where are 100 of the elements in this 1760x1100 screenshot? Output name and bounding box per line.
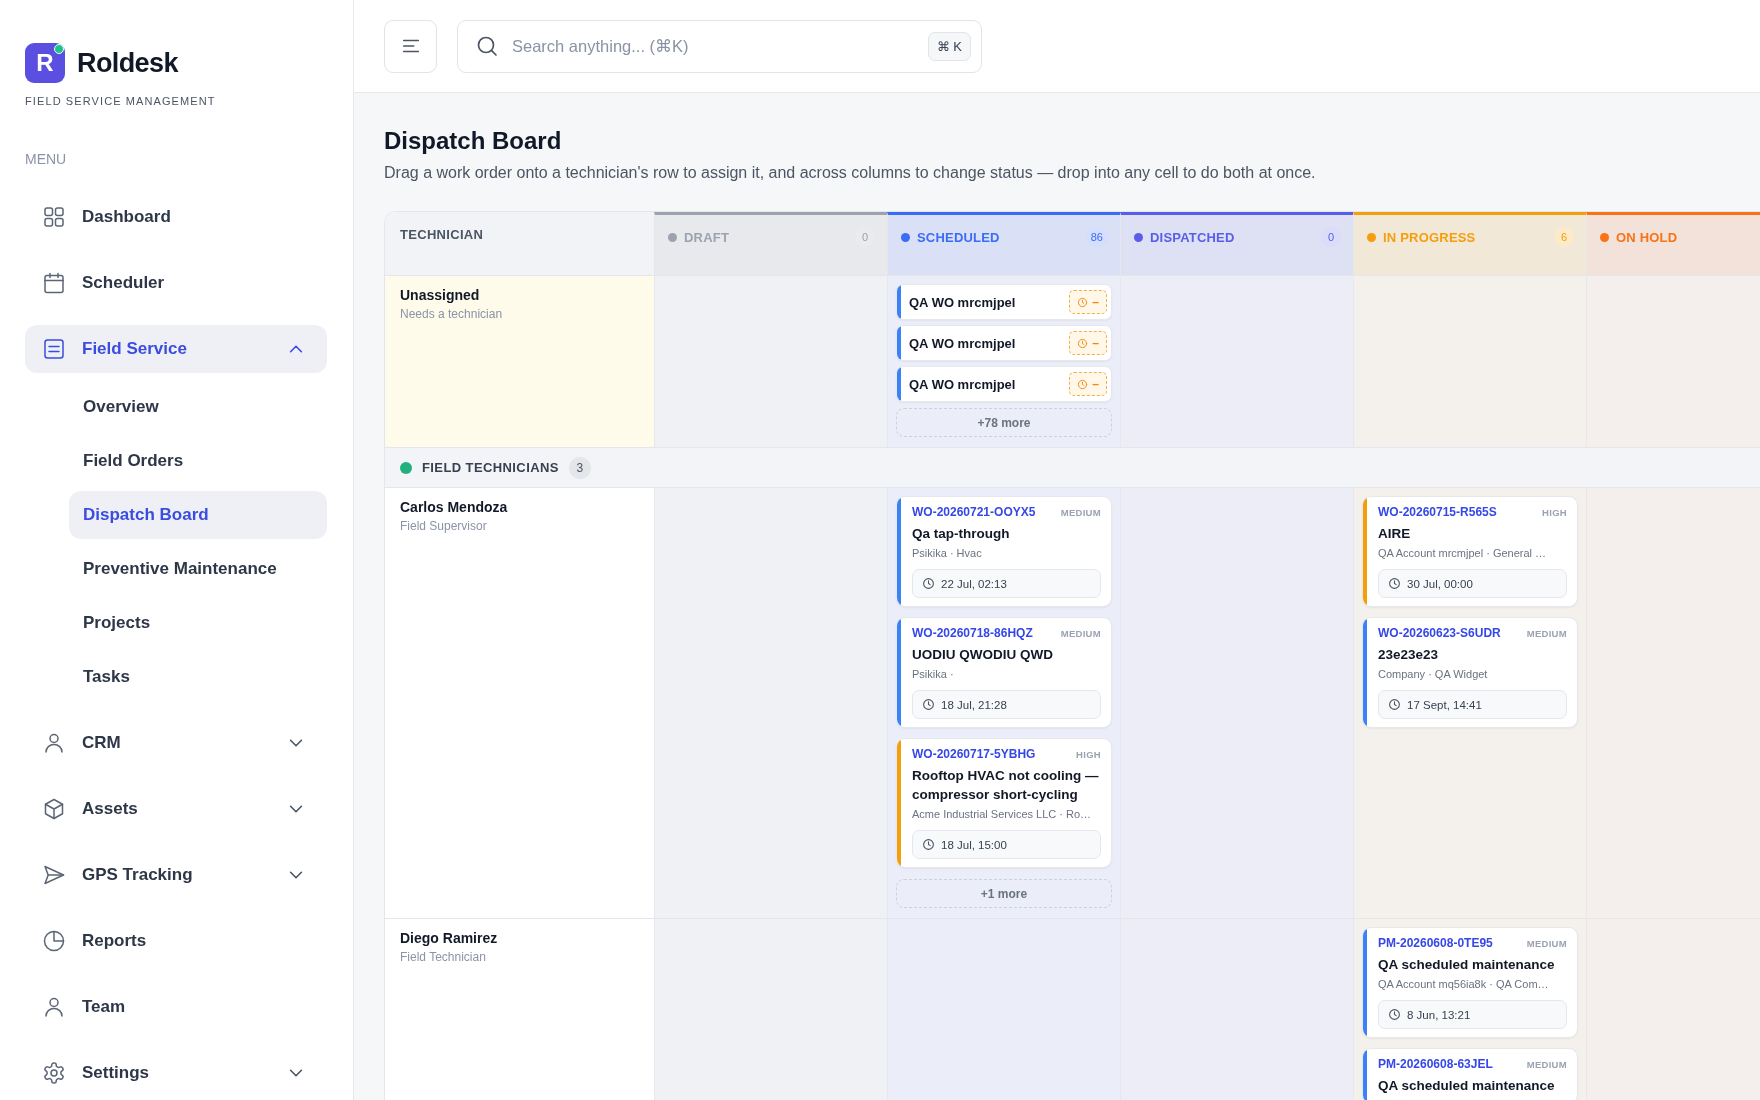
technician-header: TECHNICIAN	[385, 212, 654, 276]
clock-icon	[922, 577, 935, 590]
column-count: 86	[1085, 227, 1108, 247]
group-count: 3	[568, 456, 591, 479]
nav-item[interactable]: Scheduler	[25, 259, 327, 307]
column-count: 6	[1554, 227, 1574, 247]
priority-label: HIGH	[1076, 748, 1101, 760]
priority-label: MEDIUM	[1526, 1058, 1567, 1070]
priority-label: MEDIUM	[1060, 627, 1101, 639]
work-order-card[interactable]: PM-20260608-63JEL MEDIUM QA scheduled maintenance	[1362, 1048, 1578, 1100]
due-date-value: –	[1092, 336, 1099, 350]
work-order-details: QA Account mrcmjpel · General …	[1378, 546, 1548, 561]
priority-label: MEDIUM	[1060, 506, 1101, 518]
pie-chart-icon	[42, 929, 66, 953]
nav-item[interactable]: Reports	[25, 917, 327, 965]
cube-icon	[42, 797, 66, 821]
brand-tagline: FIELD SERVICE MANAGEMENT	[25, 95, 217, 108]
clock-icon	[922, 838, 935, 851]
work-order-card[interactable]: WO-20260718-86HQZ MEDIUM UODIU QWODIU QWD Psikika · 18 Jul, 21:28	[896, 617, 1112, 728]
work-order-card[interactable]: WO-20260623-S6UDR MEDIUM 23e23e23 Company · QA Widget 17 Sept, 14:41	[1362, 617, 1578, 728]
work-order-link[interactable]: WO-20260721-OOYX5	[912, 505, 1036, 519]
subnav-item[interactable]: Tasks	[69, 653, 327, 701]
work-order-card[interactable]: WO-20260721-OOYX5 MEDIUM Qa tap-through Psikika · Hvac 22 Jul, 02:13	[896, 496, 1112, 607]
technician-name: Diego Ramirez	[400, 929, 499, 947]
work-order-title: Qa tap-through	[912, 525, 1011, 543]
work-order-details: Psikika ·	[912, 667, 955, 682]
subnav-item[interactable]: Preventive Maintenance	[69, 545, 327, 593]
column-title: DISPATCHED	[1150, 229, 1235, 246]
scheduled-date: 8 Jun, 13:21	[1407, 1008, 1471, 1021]
nav-item[interactable]: GPS Tracking	[25, 851, 327, 899]
work-order-card[interactable]: WO-20260715-R565S HIGH AIRE QA Account mrcmjpel · General … 30 Jul, 00:00	[1362, 496, 1578, 607]
clock-icon	[1077, 337, 1089, 349]
status-dot-icon	[54, 44, 64, 54]
work-order-details: QA Account mq56ia8k · QA Com…	[1378, 977, 1550, 992]
scheduled-date: 22 Jul, 02:13	[941, 577, 1007, 590]
nav-item[interactable]: Dashboard	[25, 193, 327, 241]
technician-role: Field Supervisor	[400, 519, 488, 534]
work-order-link[interactable]: PM-20260608-63JEL	[1378, 1057, 1493, 1071]
scheduled-date: 18 Jul, 15:00	[941, 838, 1007, 851]
work-order-link[interactable]: WO-20260715-R565S	[1378, 505, 1497, 519]
menu-button[interactable]	[384, 19, 437, 73]
clock-icon	[1077, 378, 1089, 390]
more-button[interactable]: +1 more	[896, 879, 1112, 908]
nav-item[interactable]: CRM	[25, 719, 327, 767]
work-order-card[interactable]: QA WO mrcmjpel –	[896, 284, 1112, 320]
subnav-item[interactable]: Overview	[69, 383, 327, 431]
document-icon	[42, 337, 66, 361]
work-order-link[interactable]: PM-20260608-0TE95	[1378, 936, 1493, 950]
priority-label: HIGH	[1542, 506, 1567, 518]
priority-label: MEDIUM	[1526, 937, 1567, 949]
clock-icon	[922, 698, 935, 711]
work-order-title: Rooftop HVAC not cooling — compressor short-cycling	[912, 767, 1100, 804]
nav-item[interactable]: Team	[25, 983, 327, 1031]
work-order-title: UODIU QWODIU QWD	[912, 646, 1054, 664]
work-order-title: AIRE	[1378, 525, 1412, 543]
work-order-card[interactable]: QA WO mrcmjpel –	[896, 325, 1112, 361]
column-title: SCHEDULED	[917, 229, 1000, 246]
work-order-title: QA scheduled maintenance	[1378, 956, 1556, 974]
work-order-details: Psikika · Hvac	[912, 546, 983, 561]
work-order-link[interactable]: WO-20260717-5YBHG	[912, 747, 1036, 761]
work-order-title: QA WO mrcmjpel	[908, 334, 1017, 353]
scheduled-date: 18 Jul, 21:28	[941, 698, 1007, 711]
nav-item[interactable]: Settings	[25, 1049, 327, 1097]
work-order-link[interactable]: WO-20260623-S6UDR	[1378, 626, 1501, 640]
clock-icon	[1077, 296, 1089, 308]
column-title: ON HOLD	[1616, 229, 1678, 246]
clock-icon	[1388, 698, 1401, 711]
due-date-value: –	[1092, 377, 1099, 391]
nav-item[interactable]: Field Service	[25, 325, 327, 373]
work-order-card[interactable]: WO-20260717-5YBHG HIGH Rooftop HVAC not cooling — compressor short-cycling Acme Industrial Services LLC · Ro… 18 Jul, 15:00	[896, 738, 1112, 868]
nav-item[interactable]: Assets	[25, 785, 327, 833]
column-title: DRAFT	[684, 229, 730, 246]
work-order-details: Company · QA Widget	[1378, 667, 1489, 682]
page-title: Dispatch Board	[384, 126, 563, 156]
technician-name: Carlos Mendoza	[400, 498, 509, 516]
settings-icon	[42, 1061, 66, 1085]
brand-name: Roldesk	[77, 47, 178, 79]
subnav-item[interactable]: Projects	[69, 599, 327, 647]
technician-role: Field Technician	[400, 950, 487, 965]
technician-name: Unassigned	[400, 286, 481, 304]
technician-role: Needs a technician	[400, 307, 504, 322]
subnav-item[interactable]: Dispatch Board	[69, 491, 327, 539]
person-icon	[42, 995, 66, 1019]
scheduled-date: 30 Jul, 00:00	[1407, 577, 1473, 590]
work-order-title: QA WO mrcmjpel	[908, 375, 1017, 394]
work-order-card[interactable]: QA WO mrcmjpel –	[896, 366, 1112, 402]
paper-plane-icon	[42, 863, 66, 887]
menu-heading: MENU	[25, 151, 68, 167]
grid-icon	[42, 205, 66, 229]
subnav-item[interactable]: Field Orders	[69, 437, 327, 485]
work-order-card[interactable]: PM-20260608-0TE95 MEDIUM QA scheduled maintenance QA Account mq56ia8k · QA Com… 8 Jun, 13:21	[1362, 927, 1578, 1038]
work-order-title: QA WO mrcmjpel	[908, 293, 1017, 312]
more-button[interactable]: +78 more	[896, 408, 1112, 437]
group-title: FIELD TECHNICIANS	[422, 460, 559, 475]
priority-label: MEDIUM	[1526, 627, 1567, 639]
app-logo: R	[25, 43, 65, 83]
person-icon	[42, 731, 66, 755]
page-description: Drag a work order onto a technician's row to assign it, and across columns to change status — drop into any cell to do both at once.	[384, 163, 1317, 183]
work-order-title: QA scheduled maintenance	[1378, 1077, 1556, 1095]
work-order-link[interactable]: WO-20260718-86HQZ	[912, 626, 1033, 640]
